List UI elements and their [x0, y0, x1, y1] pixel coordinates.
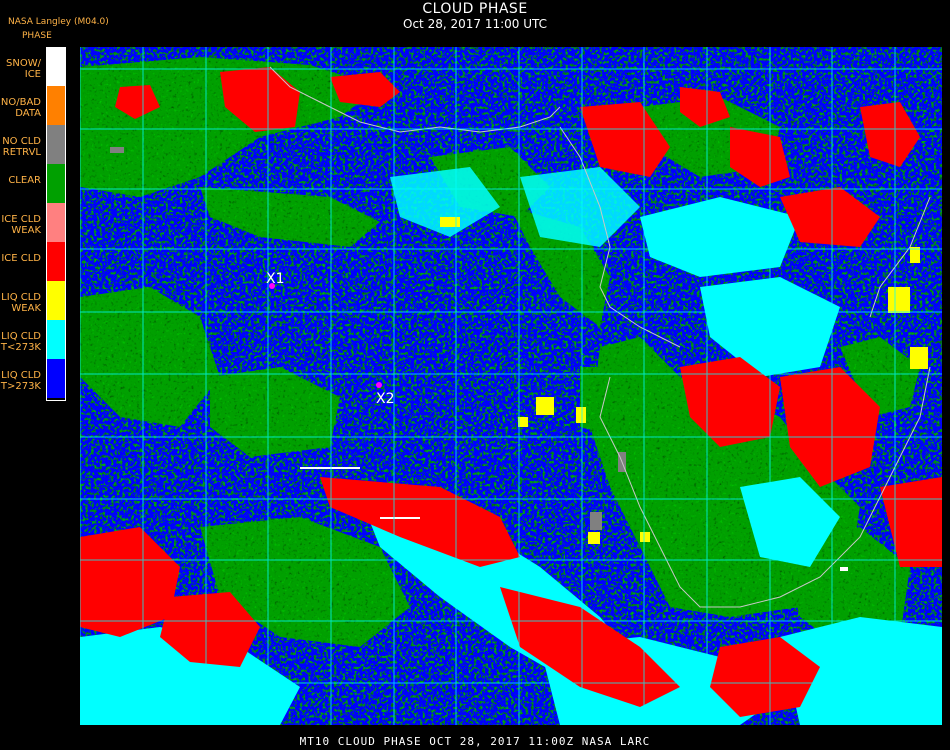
legend-label: SNOW/ ICE	[6, 58, 41, 80]
map-title: CLOUD PHASE	[422, 1, 528, 17]
marker-x2-label: X2	[376, 391, 395, 407]
map-timestamp: Oct 28, 2017 11:00 UTC	[403, 17, 547, 31]
legend-title: PHASE	[22, 31, 52, 41]
legend-label: ICE CLD	[1, 253, 41, 264]
legend-label: NO CLD RETRVL	[2, 136, 41, 158]
footer-caption: MT10 CLOUD PHASE OCT 28, 2017 11:00Z NAS…	[299, 735, 651, 748]
legend-label: NO/BAD DATA	[0, 97, 41, 119]
producer-label: NASA Langley (M04.0)	[8, 17, 109, 27]
legend-label: CLEAR	[8, 175, 41, 186]
legend-label: ICE CLD WEAK	[1, 214, 41, 236]
marker-x1-label: X1	[266, 271, 285, 287]
cloud-phase-map[interactable]: X1 X2	[80, 47, 942, 725]
legend-frame	[46, 47, 66, 401]
legend-label: LIQ CLD T<273K	[0, 331, 41, 353]
legend-label: LIQ CLD WEAK	[1, 292, 41, 314]
marker-x1[interactable]: X1	[266, 271, 285, 289]
legend-label: LIQ CLD T>273K	[0, 370, 41, 392]
